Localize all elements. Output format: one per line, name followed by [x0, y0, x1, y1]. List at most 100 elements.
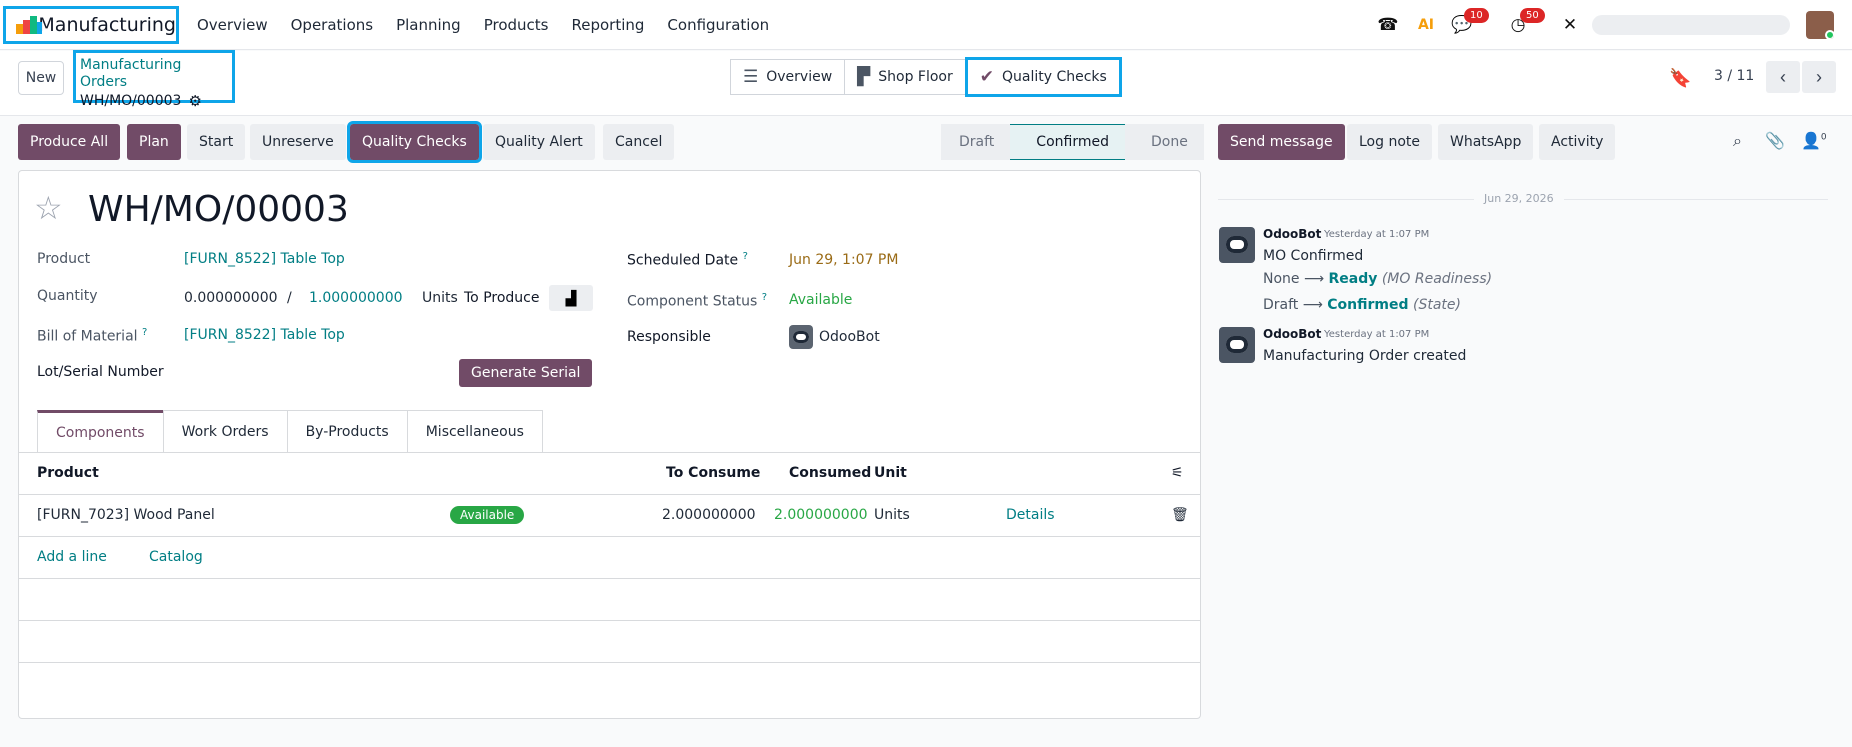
responsible-name: OdooBot: [819, 329, 880, 345]
shop-floor-button[interactable]: ▛ Shop Floor: [844, 59, 966, 95]
control-panel: New Manufacturing Orders WH/MO/00003 ⚙ ☰…: [0, 50, 1852, 116]
shop-floor-label: Shop Floor: [878, 69, 953, 85]
col-unit[interactable]: Unit: [874, 465, 907, 481]
check-icon: ✔: [979, 67, 994, 87]
stage-draft[interactable]: Draft: [941, 124, 1011, 160]
catalog-link[interactable]: Catalog: [149, 549, 203, 565]
product-label: Product: [37, 251, 91, 267]
col-product[interactable]: Product: [37, 465, 99, 481]
quality-alert-button[interactable]: Quality Alert: [483, 124, 595, 160]
lot-serial-label: Lot/Serial Number: [37, 364, 164, 380]
search-icon[interactable]: ⌕: [1733, 131, 1742, 151]
responsible-field[interactable]: OdooBot: [789, 325, 880, 349]
add-line-link[interactable]: Add a line: [37, 549, 107, 565]
tab-by-products[interactable]: By-Products: [286, 410, 408, 453]
message-time: Yesterday at 1:07 PM: [1324, 229, 1430, 240]
menu-products[interactable]: Products: [484, 16, 549, 34]
trash-icon[interactable]: 🗑: [1171, 507, 1189, 523]
product-field[interactable]: [FURN_8522] Table Top: [184, 251, 345, 267]
component-status-label: Component Status ?: [627, 292, 768, 310]
followers-icon[interactable]: 👤0: [1801, 131, 1827, 150]
tab-miscellaneous[interactable]: Miscellaneous: [406, 410, 543, 453]
component-consumed[interactable]: 2.000000000: [774, 507, 868, 523]
component-product[interactable]: [FURN_7023] Wood Panel: [37, 507, 215, 523]
quantity-separator: /: [287, 290, 292, 306]
column-settings-icon[interactable]: ⚟: [1171, 465, 1184, 481]
top-navbar: Manufacturing Overview Operations Planni…: [0, 0, 1852, 50]
responsible-label: Responsible: [627, 329, 711, 345]
list-icon: ☰: [743, 67, 759, 87]
quantity-produced[interactable]: 0.000000000: [184, 290, 278, 306]
quality-checks-button[interactable]: Quality Checks: [347, 121, 482, 163]
message-body: MO Confirmed: [1263, 248, 1364, 264]
col-consumed[interactable]: Consumed: [789, 465, 871, 481]
bookmark-icon[interactable]: 🔖: [1669, 68, 1691, 89]
paperclip-icon[interactable]: 📎: [1765, 131, 1785, 150]
tab-work-orders[interactable]: Work Orders: [162, 410, 288, 453]
messages-badge: 10: [1464, 8, 1489, 23]
menu-planning[interactable]: Planning: [396, 16, 461, 34]
table-row[interactable]: [FURN_7023] Wood Panel Available 2.00000…: [19, 495, 1200, 537]
generate-serial-button[interactable]: Generate Serial: [459, 359, 593, 387]
breadcrumb-manufacturing-orders[interactable]: Manufacturing Orders: [80, 57, 232, 91]
pager-value[interactable]: 3 / 11: [1714, 68, 1754, 84]
component-unit[interactable]: Units: [874, 507, 910, 523]
produce-all-button[interactable]: Produce All: [18, 124, 121, 160]
odoobot-avatar[interactable]: [1219, 227, 1255, 263]
quantity-label: Quantity: [37, 288, 98, 304]
overview-button[interactable]: ☰ Overview: [730, 59, 846, 95]
menu-configuration[interactable]: Configuration: [667, 16, 769, 34]
scheduled-date-label: Scheduled Date ?: [627, 251, 748, 269]
area-chart-icon: ▟: [565, 289, 577, 306]
company-switcher[interactable]: [1592, 15, 1790, 35]
scheduled-date-field[interactable]: Jun 29, 1:07 PM: [789, 252, 898, 268]
follower-count: 0: [1820, 132, 1827, 143]
phone-icon[interactable]: ☎: [1376, 14, 1400, 36]
send-message-button[interactable]: Send message: [1218, 124, 1345, 160]
app-name: Manufacturing: [38, 14, 176, 36]
message-author[interactable]: OdooBot: [1263, 327, 1321, 341]
activity-button[interactable]: Activity: [1539, 124, 1616, 160]
bom-field[interactable]: [FURN_8522] Table Top: [184, 327, 345, 343]
message-author[interactable]: OdooBot: [1263, 227, 1321, 241]
view-switcher: ☰ Overview ▛ Shop Floor ✔ Quality Checks: [730, 57, 1122, 97]
plan-button[interactable]: Plan: [127, 124, 181, 160]
menu-reporting[interactable]: Reporting: [572, 16, 645, 34]
forecast-chart-button[interactable]: ▟: [549, 285, 593, 311]
activity-clock-icon[interactable]: ◷ 50: [1506, 8, 1545, 36]
shop-floor-icon: ▛: [857, 67, 871, 87]
stage-confirmed[interactable]: Confirmed: [1010, 124, 1125, 160]
odoobot-avatar[interactable]: [1219, 327, 1255, 363]
details-link[interactable]: Details: [1006, 507, 1055, 523]
user-avatar[interactable]: [1806, 11, 1834, 39]
ai-icon[interactable]: AI: [1414, 14, 1438, 36]
cancel-button[interactable]: Cancel: [603, 124, 675, 160]
tab-components[interactable]: Components: [37, 410, 164, 453]
new-button[interactable]: New: [18, 61, 64, 95]
app-menu-button[interactable]: Manufacturing: [3, 6, 179, 44]
whatsapp-button[interactable]: WhatsApp: [1438, 124, 1534, 160]
menu-overview[interactable]: Overview: [197, 16, 268, 34]
col-to-consume[interactable]: To Consume: [666, 465, 760, 481]
quality-checks-label: Quality Checks: [1002, 69, 1107, 85]
gear-icon[interactable]: ⚙: [188, 91, 201, 111]
log-note-button[interactable]: Log note: [1347, 124, 1432, 160]
unreserve-button[interactable]: Unreserve: [250, 124, 346, 160]
notebook-tabs: Components Work Orders By-Products Misce…: [37, 410, 543, 453]
messages-icon[interactable]: 💬 10: [1450, 8, 1489, 36]
component-to-consume[interactable]: 2.000000000: [662, 507, 756, 523]
quantity-to-produce[interactable]: 1.000000000: [309, 290, 403, 306]
odoobot-avatar: [789, 325, 813, 349]
star-icon[interactable]: ☆: [34, 189, 63, 227]
menu-operations[interactable]: Operations: [291, 16, 373, 34]
pager-next-button[interactable]: ›: [1802, 61, 1836, 93]
pager-previous-button[interactable]: ‹: [1766, 61, 1800, 93]
start-button[interactable]: Start: [187, 124, 246, 160]
stage-done[interactable]: Done: [1124, 124, 1204, 160]
quality-checks-smart-button[interactable]: ✔ Quality Checks: [964, 57, 1122, 97]
manufacturing-app-icon: [16, 16, 42, 34]
quantity-unit[interactable]: Units: [422, 290, 458, 306]
add-line-row: Add a line Catalog: [19, 537, 1200, 579]
date-separator: Jun 29, 2026: [1474, 192, 1564, 205]
tools-icon[interactable]: ✕: [1558, 14, 1582, 36]
